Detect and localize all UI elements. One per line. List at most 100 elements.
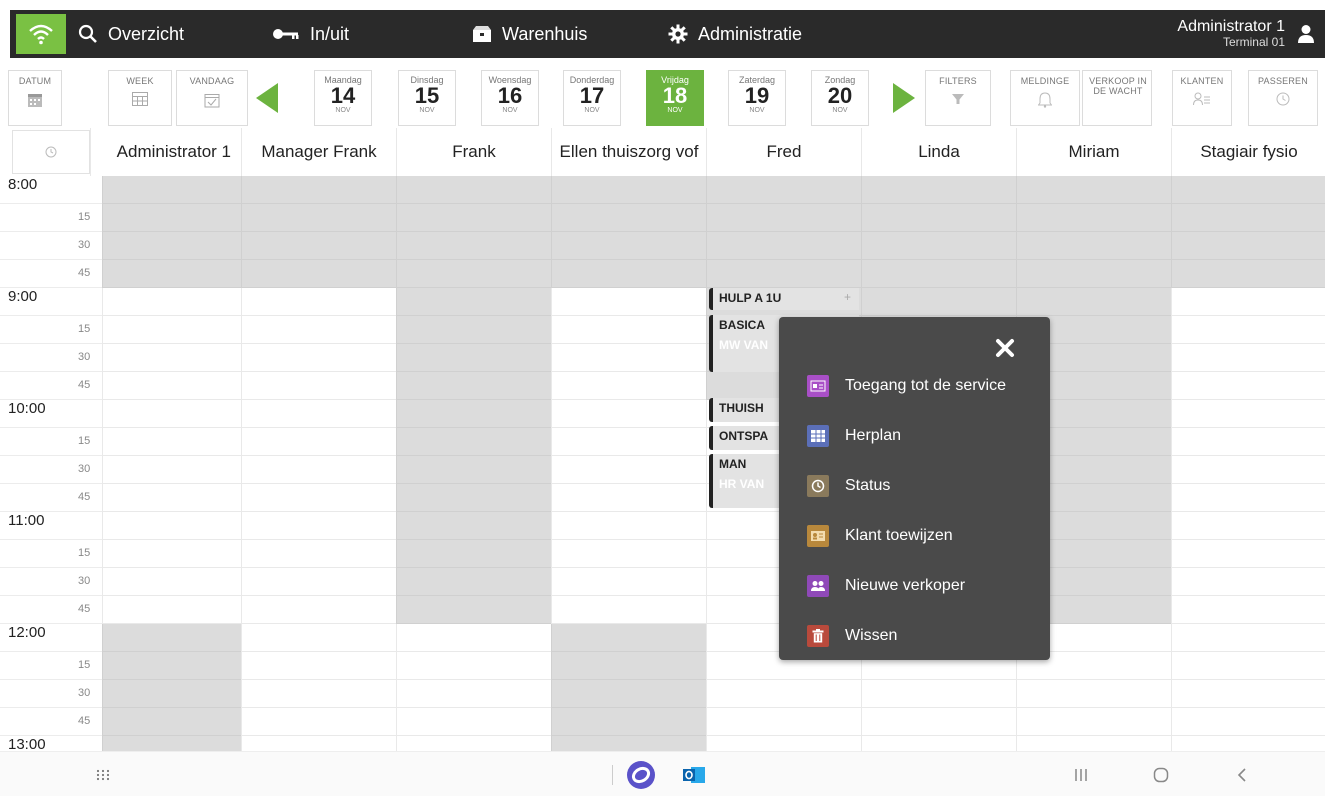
time-slot[interactable] [551, 372, 706, 400]
time-slot[interactable] [102, 568, 241, 596]
time-slot[interactable] [706, 260, 861, 288]
time-slot[interactable] [102, 456, 241, 484]
appointment-add[interactable]: + [844, 290, 851, 304]
time-slot[interactable] [861, 260, 1016, 288]
time-slot[interactable] [1171, 344, 1325, 372]
time-slot[interactable] [241, 512, 396, 540]
time-slot[interactable] [861, 176, 1016, 204]
column-miriam[interactable]: Miriam [1016, 128, 1171, 176]
time-slot[interactable] [396, 708, 551, 736]
time-slot[interactable] [102, 176, 241, 204]
time-slot[interactable] [102, 428, 241, 456]
verkoop-in-de-wacht-button[interactable]: VERKOOP IN DE WACHT [1082, 70, 1152, 126]
time-slot[interactable] [241, 372, 396, 400]
filters-button[interactable]: FILTERS [925, 70, 991, 126]
time-slot[interactable] [551, 680, 706, 708]
menu-herplan[interactable]: Herplan [807, 421, 1050, 451]
next-week-arrow-icon[interactable] [893, 83, 915, 113]
nav-administratie[interactable]: Administratie [668, 10, 802, 58]
time-slot[interactable] [1171, 624, 1325, 652]
time-slot[interactable] [1016, 260, 1171, 288]
time-slot[interactable] [102, 680, 241, 708]
day-wednesday[interactable]: Woensdag 16 NOV [481, 70, 539, 126]
time-slot[interactable] [1171, 484, 1325, 512]
time-slot[interactable] [861, 680, 1016, 708]
day-saturday[interactable]: Zaterdag 19 NOV [728, 70, 786, 126]
day-tuesday[interactable]: Dinsdag 15 NOV [398, 70, 456, 126]
back-icon[interactable] [1236, 767, 1248, 783]
time-slot[interactable] [241, 596, 396, 624]
time-slot[interactable] [241, 344, 396, 372]
time-slot[interactable] [102, 624, 241, 652]
wifi-icon[interactable] [16, 14, 66, 54]
time-slot[interactable] [1016, 204, 1171, 232]
time-slot[interactable] [1171, 260, 1325, 288]
time-slot[interactable] [396, 680, 551, 708]
time-slot[interactable] [396, 344, 551, 372]
clock-icon[interactable] [12, 130, 90, 174]
time-slot[interactable] [1016, 708, 1171, 736]
time-slot[interactable] [241, 652, 396, 680]
time-slot[interactable] [1016, 736, 1171, 751]
time-slot[interactable] [551, 232, 706, 260]
nav-in-uit[interactable]: In/uit [272, 10, 349, 58]
time-slot[interactable] [102, 204, 241, 232]
time-slot[interactable] [396, 232, 551, 260]
menu-klant-toewijzen[interactable]: Klant toewijzen [807, 521, 1050, 551]
home-icon[interactable] [1153, 767, 1169, 783]
time-slot[interactable] [1016, 176, 1171, 204]
day-monday[interactable]: Maandag 14 NOV [314, 70, 372, 126]
time-slot[interactable] [1171, 736, 1325, 751]
time-slot[interactable] [861, 204, 1016, 232]
time-slot[interactable] [1016, 232, 1171, 260]
time-slot[interactable] [396, 596, 551, 624]
column-fred[interactable]: Fred [706, 128, 861, 176]
time-slot[interactable] [551, 456, 706, 484]
time-slot[interactable] [1171, 316, 1325, 344]
time-slot[interactable] [396, 260, 551, 288]
time-slot[interactable] [102, 400, 241, 428]
time-slot[interactable] [396, 540, 551, 568]
time-slot[interactable] [551, 260, 706, 288]
time-slot[interactable] [102, 708, 241, 736]
time-slot[interactable] [102, 736, 241, 751]
time-slot[interactable] [706, 736, 861, 751]
time-slot[interactable] [396, 736, 551, 751]
time-slot[interactable] [396, 204, 551, 232]
time-slot[interactable] [396, 288, 551, 316]
time-slot[interactable] [241, 680, 396, 708]
time-slot[interactable] [396, 456, 551, 484]
recent-apps-icon[interactable] [1074, 767, 1088, 783]
time-slot[interactable] [1171, 596, 1325, 624]
time-slot[interactable] [1171, 540, 1325, 568]
time-slot[interactable] [102, 372, 241, 400]
column-ellen-thuiszorg[interactable]: Ellen thuiszorg vof [551, 128, 706, 176]
time-slot[interactable] [102, 512, 241, 540]
time-slot[interactable] [551, 652, 706, 680]
time-slot[interactable] [551, 568, 706, 596]
time-slot[interactable] [102, 596, 241, 624]
time-slot[interactable] [396, 568, 551, 596]
time-slot[interactable] [1171, 428, 1325, 456]
time-slot[interactable] [861, 708, 1016, 736]
time-slot[interactable] [551, 204, 706, 232]
meldingen-button[interactable]: MELDINGE [1010, 70, 1080, 126]
apps-grid-icon[interactable] [96, 769, 110, 781]
time-slot[interactable] [1171, 512, 1325, 540]
time-slot[interactable] [551, 708, 706, 736]
time-slot[interactable] [241, 568, 396, 596]
time-slot[interactable] [396, 400, 551, 428]
time-slot[interactable] [241, 176, 396, 204]
time-slot[interactable] [706, 232, 861, 260]
time-slot[interactable] [706, 680, 861, 708]
time-slot[interactable] [396, 316, 551, 344]
time-slot[interactable] [241, 484, 396, 512]
time-slot[interactable] [241, 204, 396, 232]
time-slot[interactable] [861, 736, 1016, 751]
time-slot[interactable] [1171, 652, 1325, 680]
time-slot[interactable] [241, 400, 396, 428]
vandaag-button[interactable]: VANDAAG [176, 70, 248, 126]
time-slot[interactable] [102, 540, 241, 568]
menu-wissen[interactable]: Wissen [807, 621, 1050, 651]
klanten-button[interactable]: KLANTEN [1172, 70, 1232, 126]
